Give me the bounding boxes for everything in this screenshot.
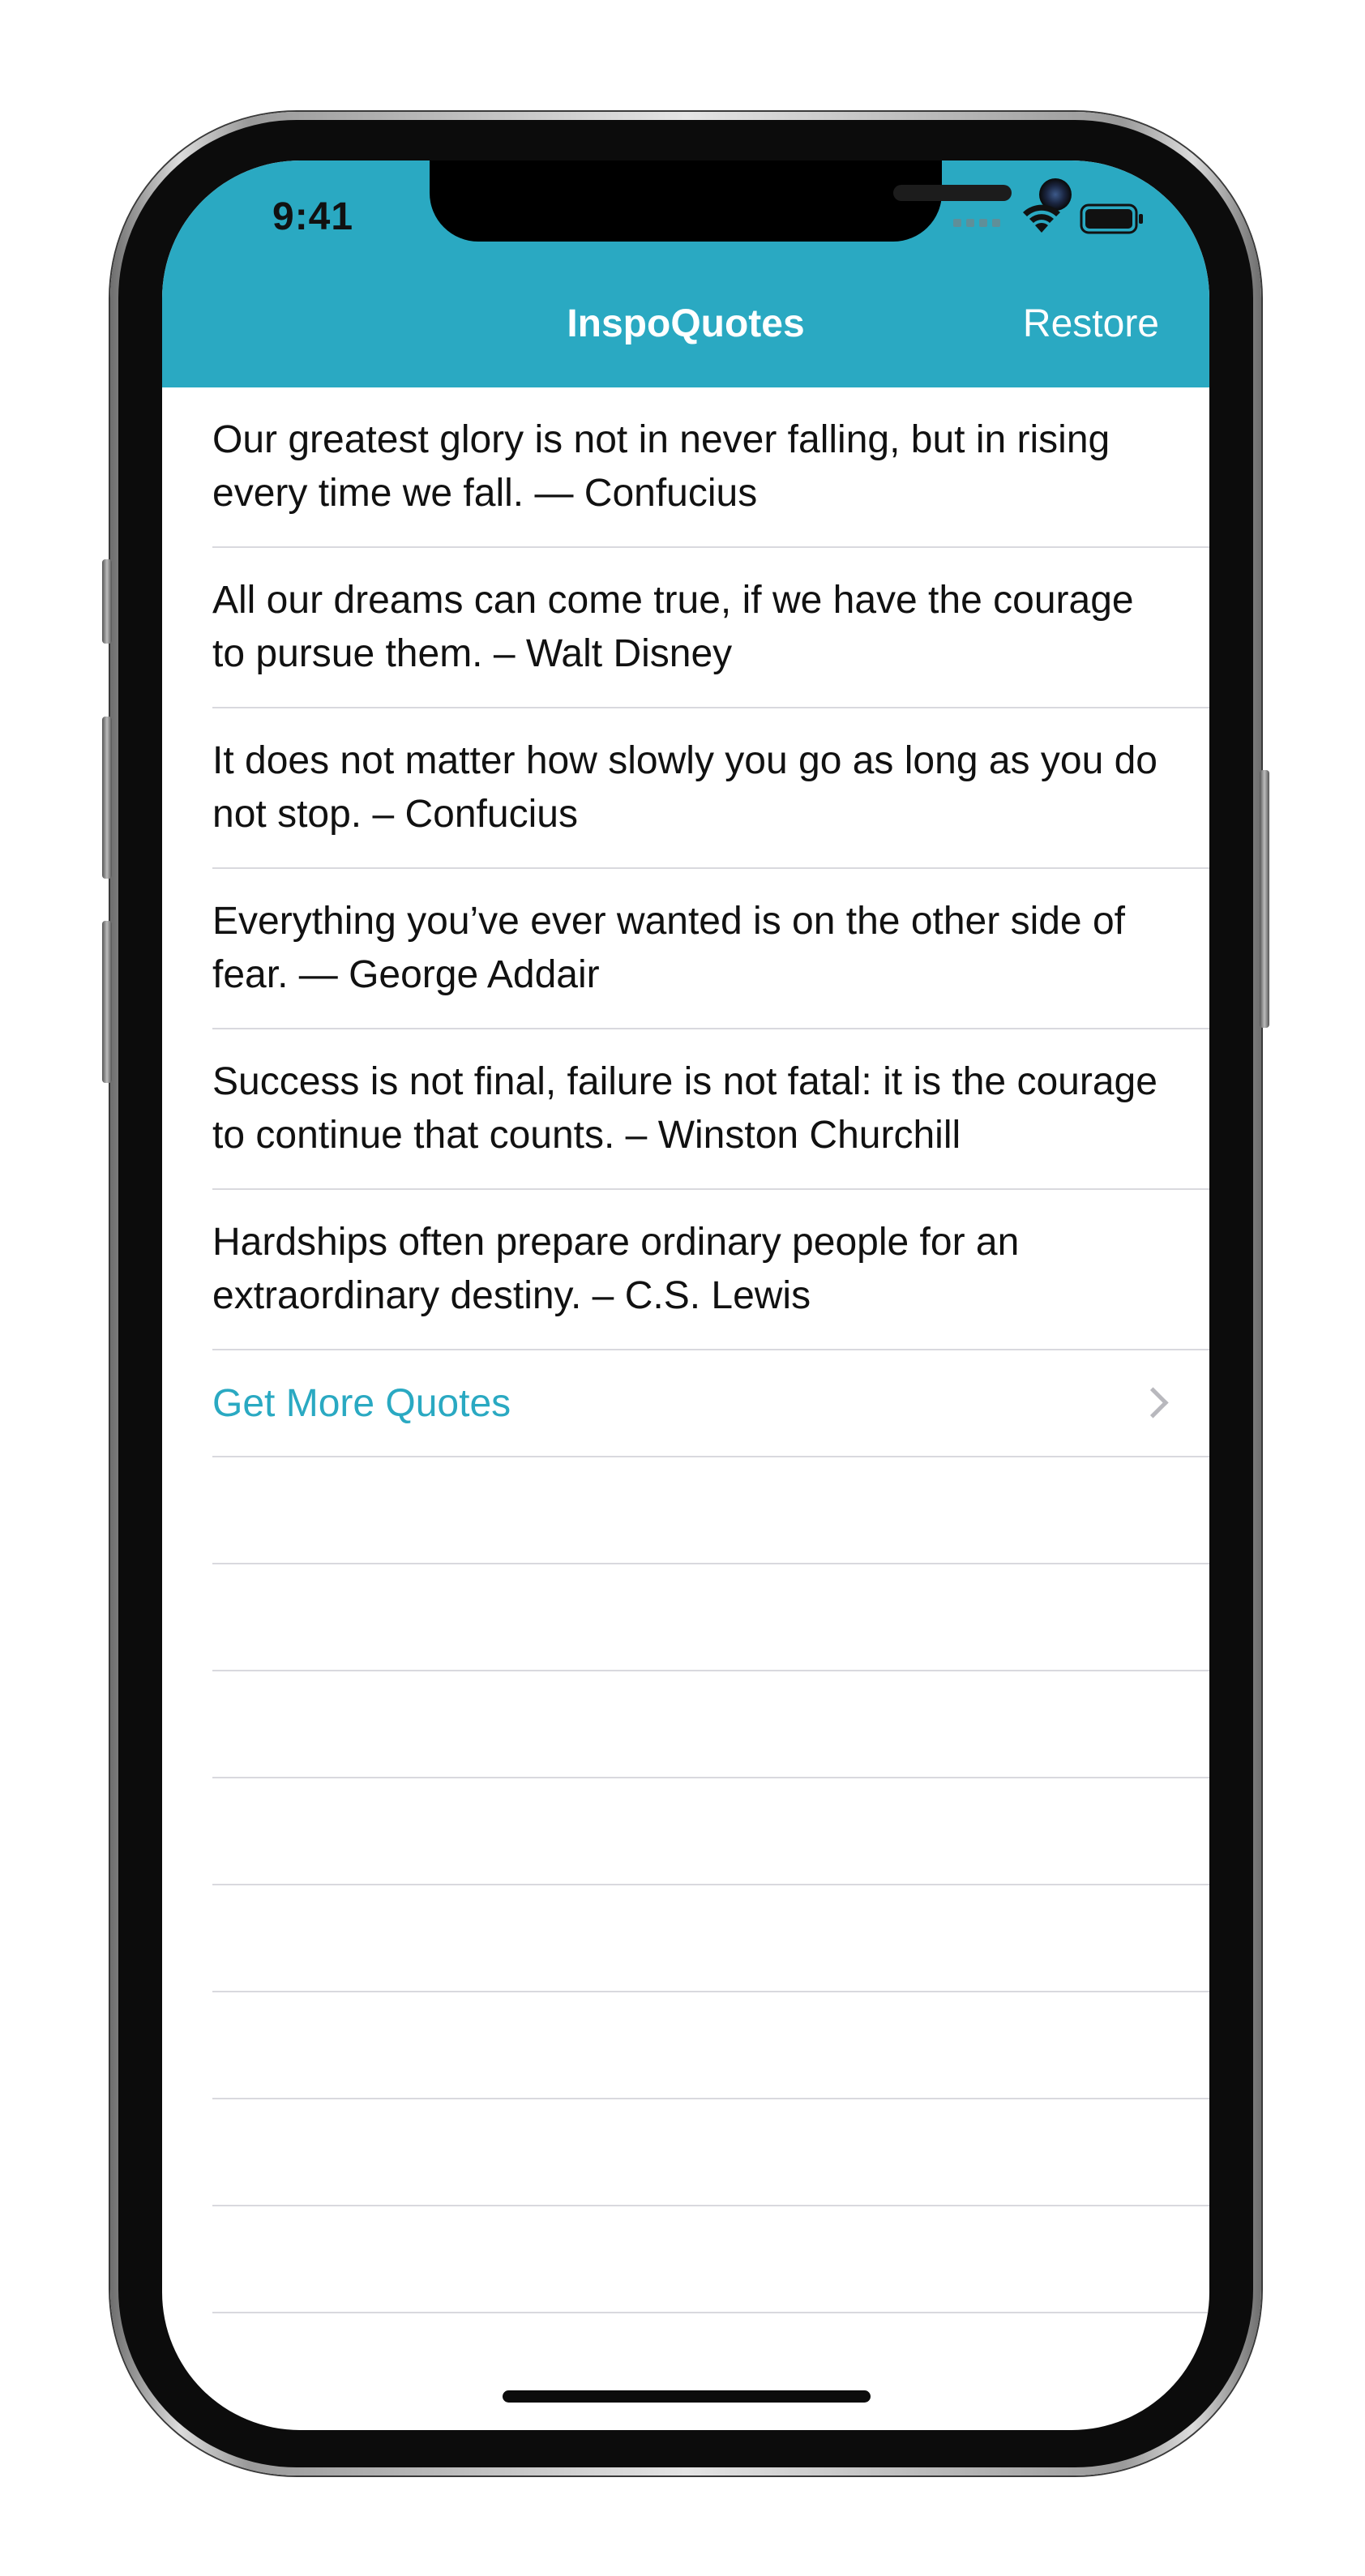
empty-row (212, 2099, 1209, 2206)
empty-row (212, 1992, 1209, 2099)
chevron-right-icon (1137, 1387, 1169, 1419)
cellular-signal-icon (953, 219, 1000, 227)
notch (430, 160, 1072, 242)
screen: 9:41 InspoQuotes Restore Our greatest gl… (162, 160, 1209, 2430)
speaker-grille (893, 185, 1012, 201)
get-more-quotes-label: Get More Quotes (212, 1381, 511, 1425)
quote-text: It does not matter how slowly you go as … (212, 739, 1157, 836)
volume-up-button (102, 717, 112, 879)
quote-text: Hardships often prepare ordinary people … (212, 1221, 1020, 1317)
quote-text: Our greatest glory is not in never falli… (212, 418, 1110, 515)
list-item[interactable]: Our greatest glory is not in never falli… (212, 387, 1209, 548)
quotes-list: Our greatest glory is not in never falli… (162, 387, 1209, 2313)
wifi-icon (1023, 204, 1060, 233)
power-button (1260, 770, 1269, 1028)
empty-row (212, 1778, 1209, 1885)
empty-row (212, 1671, 1209, 1778)
empty-row (212, 2206, 1209, 2313)
empty-row (212, 1457, 1209, 1564)
list-item[interactable]: Success is not final, failure is not fat… (212, 1029, 1209, 1190)
list-item[interactable]: Hardships often prepare ordinary people … (212, 1190, 1209, 1350)
battery-icon (1080, 203, 1143, 234)
get-more-quotes-button[interactable]: Get More Quotes (212, 1350, 1209, 1457)
empty-row (212, 1564, 1209, 1671)
quote-text: Success is not final, failure is not fat… (212, 1060, 1157, 1157)
list-item[interactable]: Everything you’ve ever wanted is on the … (212, 869, 1209, 1029)
quote-text: Everything you’ve ever wanted is on the … (212, 900, 1125, 996)
quote-text: All our dreams can come true, if we have… (212, 579, 1134, 675)
empty-row (212, 1885, 1209, 1992)
status-time: 9:41 (272, 195, 354, 238)
restore-button[interactable]: Restore (1023, 302, 1159, 346)
silent-switch (102, 559, 112, 644)
home-indicator[interactable] (503, 2390, 871, 2403)
list-item[interactable]: It does not matter how slowly you go as … (212, 708, 1209, 869)
status-icons (953, 203, 1145, 235)
list-item[interactable]: All our dreams can come true, if we have… (212, 548, 1209, 708)
volume-down-button (102, 921, 112, 1083)
